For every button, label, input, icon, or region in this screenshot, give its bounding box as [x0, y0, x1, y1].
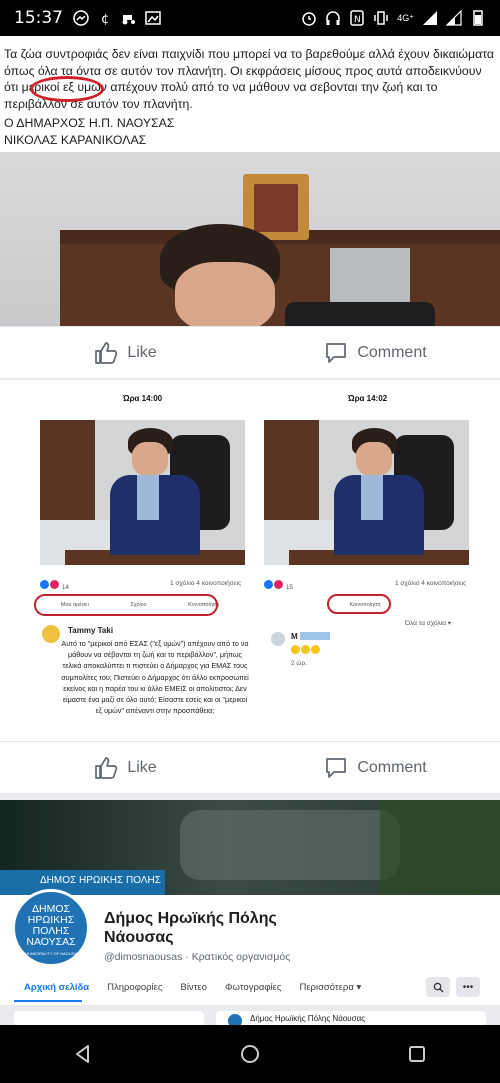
gallery-icon — [145, 11, 161, 25]
comment-body: Αυτό το "μερικοί από ΕΣΑΣ ("εξ υμών") απ… — [61, 639, 249, 716]
right-photo — [264, 420, 469, 565]
signature-title: Ο ΔΗΜΑΡΧΟΣ Η.Π. ΝΑΟΥΣΑΣ — [4, 116, 175, 130]
all-comments-filter: Όλα τα σχόλια ▾ — [405, 620, 452, 627]
left-photo — [40, 420, 245, 565]
battery-icon — [473, 10, 483, 26]
like-label-2: Like — [127, 758, 157, 776]
feed-preview: Δήμος Ηρωϊκής Πόλης Νάουσας — [0, 1005, 500, 1028]
right-reaction-count: 15 — [264, 580, 293, 591]
name-blur — [300, 632, 330, 640]
left-highlight-oval — [34, 594, 218, 616]
tab-photos[interactable]: Φωτογραφίες — [225, 982, 282, 993]
comment-label: Comment — [357, 343, 427, 361]
right-panel: Ώρα 14:02 15 1 σχόλιο 4 κοινοποιήσεις Κο… — [255, 380, 480, 740]
right-stats: 1 σχόλιο 4 κοινοποιήσεις — [395, 580, 467, 587]
signal-icon — [423, 11, 437, 25]
thumbs-up-icon — [95, 756, 118, 779]
like-label: Like — [127, 343, 157, 361]
search-button[interactable] — [426, 977, 450, 997]
thumbs-up-icon — [95, 341, 118, 364]
page-title: Δήμος Ηρωϊκής Πόλης Νάουσας — [104, 910, 277, 946]
nfc-icon: N — [350, 10, 364, 26]
commenter-avatar — [42, 625, 60, 643]
search-icon — [433, 982, 444, 993]
like-button[interactable]: Like — [0, 340, 250, 366]
comment-icon — [326, 342, 347, 363]
post2-action-bar: Like Comment — [0, 741, 500, 793]
emoji-reply — [291, 645, 321, 656]
back-icon[interactable] — [72, 1043, 94, 1065]
more-dots-icon: ••• — [462, 981, 474, 993]
post-photo — [0, 152, 500, 326]
network-type: 4G⁺ — [397, 12, 414, 23]
messenger-icon — [73, 10, 89, 26]
active-tab-indicator — [14, 1000, 82, 1002]
left-time: Ώρα 14:00 — [122, 394, 163, 403]
tab-about[interactable]: Πληροφορίες — [107, 982, 162, 993]
signal2-icon — [446, 10, 462, 26]
left-stats: 1 σχόλιο 4 κοινοποιήσεις — [170, 580, 242, 587]
page-cover-photo: ΔΗΜΟΣ ΗΡΩΙΚΗΣ ΠΟΛΗΣ — [0, 800, 500, 895]
comment-button-2[interactable]: Comment — [250, 755, 500, 781]
post-comparison-image: Ώρα 14:00 14 1 σχόλιο 4 κοινοποιήσεις Μο… — [0, 380, 500, 750]
commenter2-avatar — [271, 632, 285, 646]
more-options-button[interactable]: ••• — [456, 977, 480, 997]
page-tabs: Αρχική σελίδα Πληροφορίες Βίντεο Φωτογρα… — [24, 982, 379, 993]
comment-icon — [326, 757, 347, 778]
svg-text:¢: ¢ — [101, 12, 109, 26]
tab-videos[interactable]: Βίντεο — [180, 982, 206, 993]
vibrate-icon — [374, 11, 388, 25]
cover-text: ΔΗΜΟΣ ΗΡΩΙΚΗΣ ΠΟΛΗΣ — [40, 875, 161, 886]
headphones-icon — [326, 11, 340, 25]
signature-name: ΝΙΚΟΛΑΣ ΚΑΡΑΝΙΚΟΛΑΣ — [4, 133, 147, 147]
right-card: Δήμος Ηρωϊκής Πόλης Νάουσας — [216, 1011, 486, 1028]
page-logo: ΔΗΜΟΣ ΗΡΩΙΚΗΣ ΠΟΛΗΣ ΝΑΟΥΣΑΣ MUNICIPALITY… — [12, 889, 90, 967]
tab-home[interactable]: Αρχική σελίδα — [24, 982, 89, 993]
commenter-name: Tammy Taki — [68, 626, 114, 635]
svg-text:N: N — [354, 15, 361, 25]
left-card — [14, 1011, 204, 1025]
comment-button[interactable]: Comment — [250, 340, 500, 366]
highlight-circle — [30, 76, 104, 102]
post-announcement: Τα ζώα συντροφιάς δεν είναι παιχνίδι που… — [0, 36, 500, 326]
right-time: Ώρα 14:02 — [347, 394, 388, 403]
currency-icon: ¢ — [101, 12, 109, 26]
like-button-2[interactable]: Like — [0, 755, 250, 781]
page-subtitle: @dimosnaousas · Κρατικός οργανισμός — [104, 951, 291, 963]
comment-label-2: Comment — [357, 758, 427, 776]
recents-icon[interactable] — [406, 1043, 428, 1065]
tab-more[interactable]: Περισσότερα ▾ — [299, 982, 361, 993]
status-bar: 15:37 ¢ N 4G⁺ — [0, 0, 500, 36]
post1-action-bar: Like Comment — [0, 326, 500, 378]
clock: 15:37 — [14, 8, 63, 28]
left-panel: Ώρα 14:00 14 1 σχόλιο 4 κοινοποιήσεις Μο… — [30, 380, 255, 740]
home-icon[interactable] — [239, 1043, 261, 1065]
left-reaction-count: 14 — [40, 580, 69, 591]
android-nav-bar — [0, 1025, 500, 1083]
comment-time: 2 ώρ. — [291, 660, 307, 667]
commenter2-name: Μ — [291, 632, 298, 641]
page-header: ΔΗΜΟΣ ΗΡΩΙΚΗΣ ΠΟΛΗΣ ΝΑΟΥΣΑΣ MUNICIPALITY… — [0, 889, 500, 1005]
right-highlight-oval — [327, 594, 391, 614]
tractor-icon — [122, 15, 135, 25]
alarm-icon — [302, 12, 316, 26]
card-title: Δήμος Ηρωϊκής Πόλης Νάουσας — [250, 1014, 366, 1023]
